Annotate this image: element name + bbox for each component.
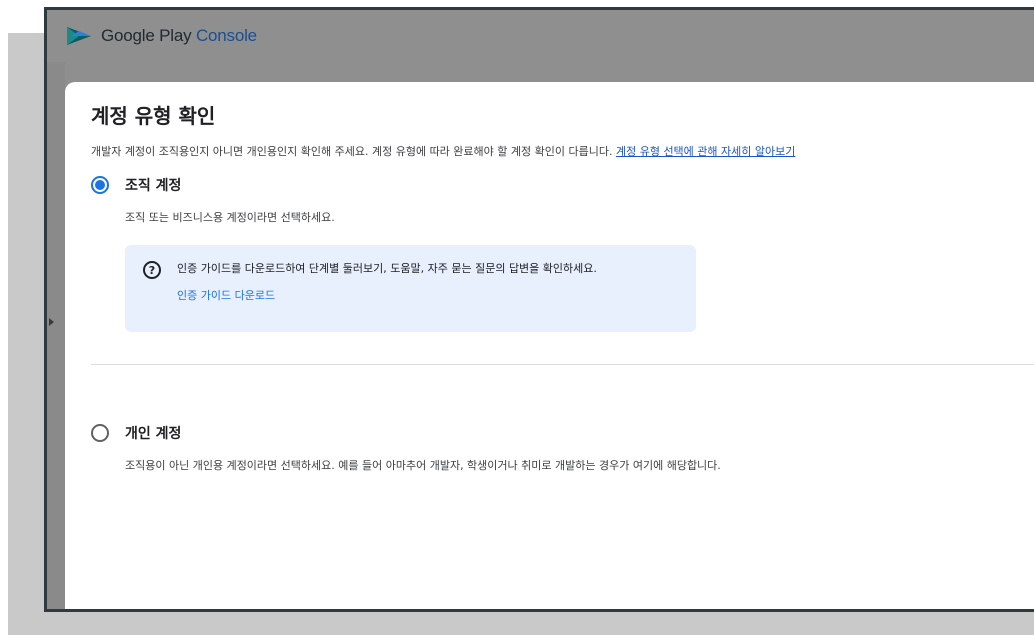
dialog-description: 개발자 계정이 조직용인지 아니면 개인용인지 확인해 주세요. 계정 유형에 … [91,143,1034,159]
info-box-text: 인증 가이드를 다운로드하여 단계별 둘러보기, 도움말, 자주 묻는 질문의 … [177,262,597,275]
google-play-logo-icon [67,27,91,45]
brand-google-play: Google Play [101,26,196,45]
top-bar: Google Play Console [47,10,1034,62]
brand-console: Console [195,26,257,45]
expand-arrow-icon[interactable] [49,318,54,326]
option-organization[interactable]: 조직 계정 [91,175,1034,195]
option-organization-subtext: 조직 또는 비즈니스용 계정이라면 선택하세요. [125,211,335,224]
option-personal[interactable]: 개인 계정 [91,423,1034,443]
option-personal-label: 개인 계정 [125,426,182,442]
dialog-title: 계정 유형 확인 [91,104,216,128]
console-window: Google Play Console 계정 유형 확인 개발자 계정이 조직용… [44,7,1034,612]
option-organization-label: 조직 계정 [125,178,182,194]
radio-organization[interactable] [91,176,109,194]
help-circle-icon: ? [143,261,161,279]
download-guide-link[interactable]: 인증 가이드 다운로드 [177,287,597,303]
side-nav-collapsed[interactable] [47,62,65,609]
app-title: Google Play Console [101,26,257,46]
radio-personal[interactable] [91,424,109,442]
divider [91,364,1034,365]
dialog-description-text: 개발자 계정이 조직용인지 아니면 개인용인지 확인해 주세요. 계정 유형에 … [91,145,616,158]
option-personal-subtext: 조직용이 아닌 개인용 계정이라면 선택하세요. 예를 들어 아마추어 개발자,… [125,459,721,472]
account-type-dialog: 계정 유형 확인 개발자 계정이 조직용인지 아니면 개인용인지 확인해 주세요… [65,82,1034,609]
info-box: ? 인증 가이드를 다운로드하여 단계별 둘러보기, 도움말, 자주 묻는 질문… [125,245,696,332]
learn-more-link[interactable]: 계정 유형 선택에 관해 자세히 알아보기 [616,145,795,158]
